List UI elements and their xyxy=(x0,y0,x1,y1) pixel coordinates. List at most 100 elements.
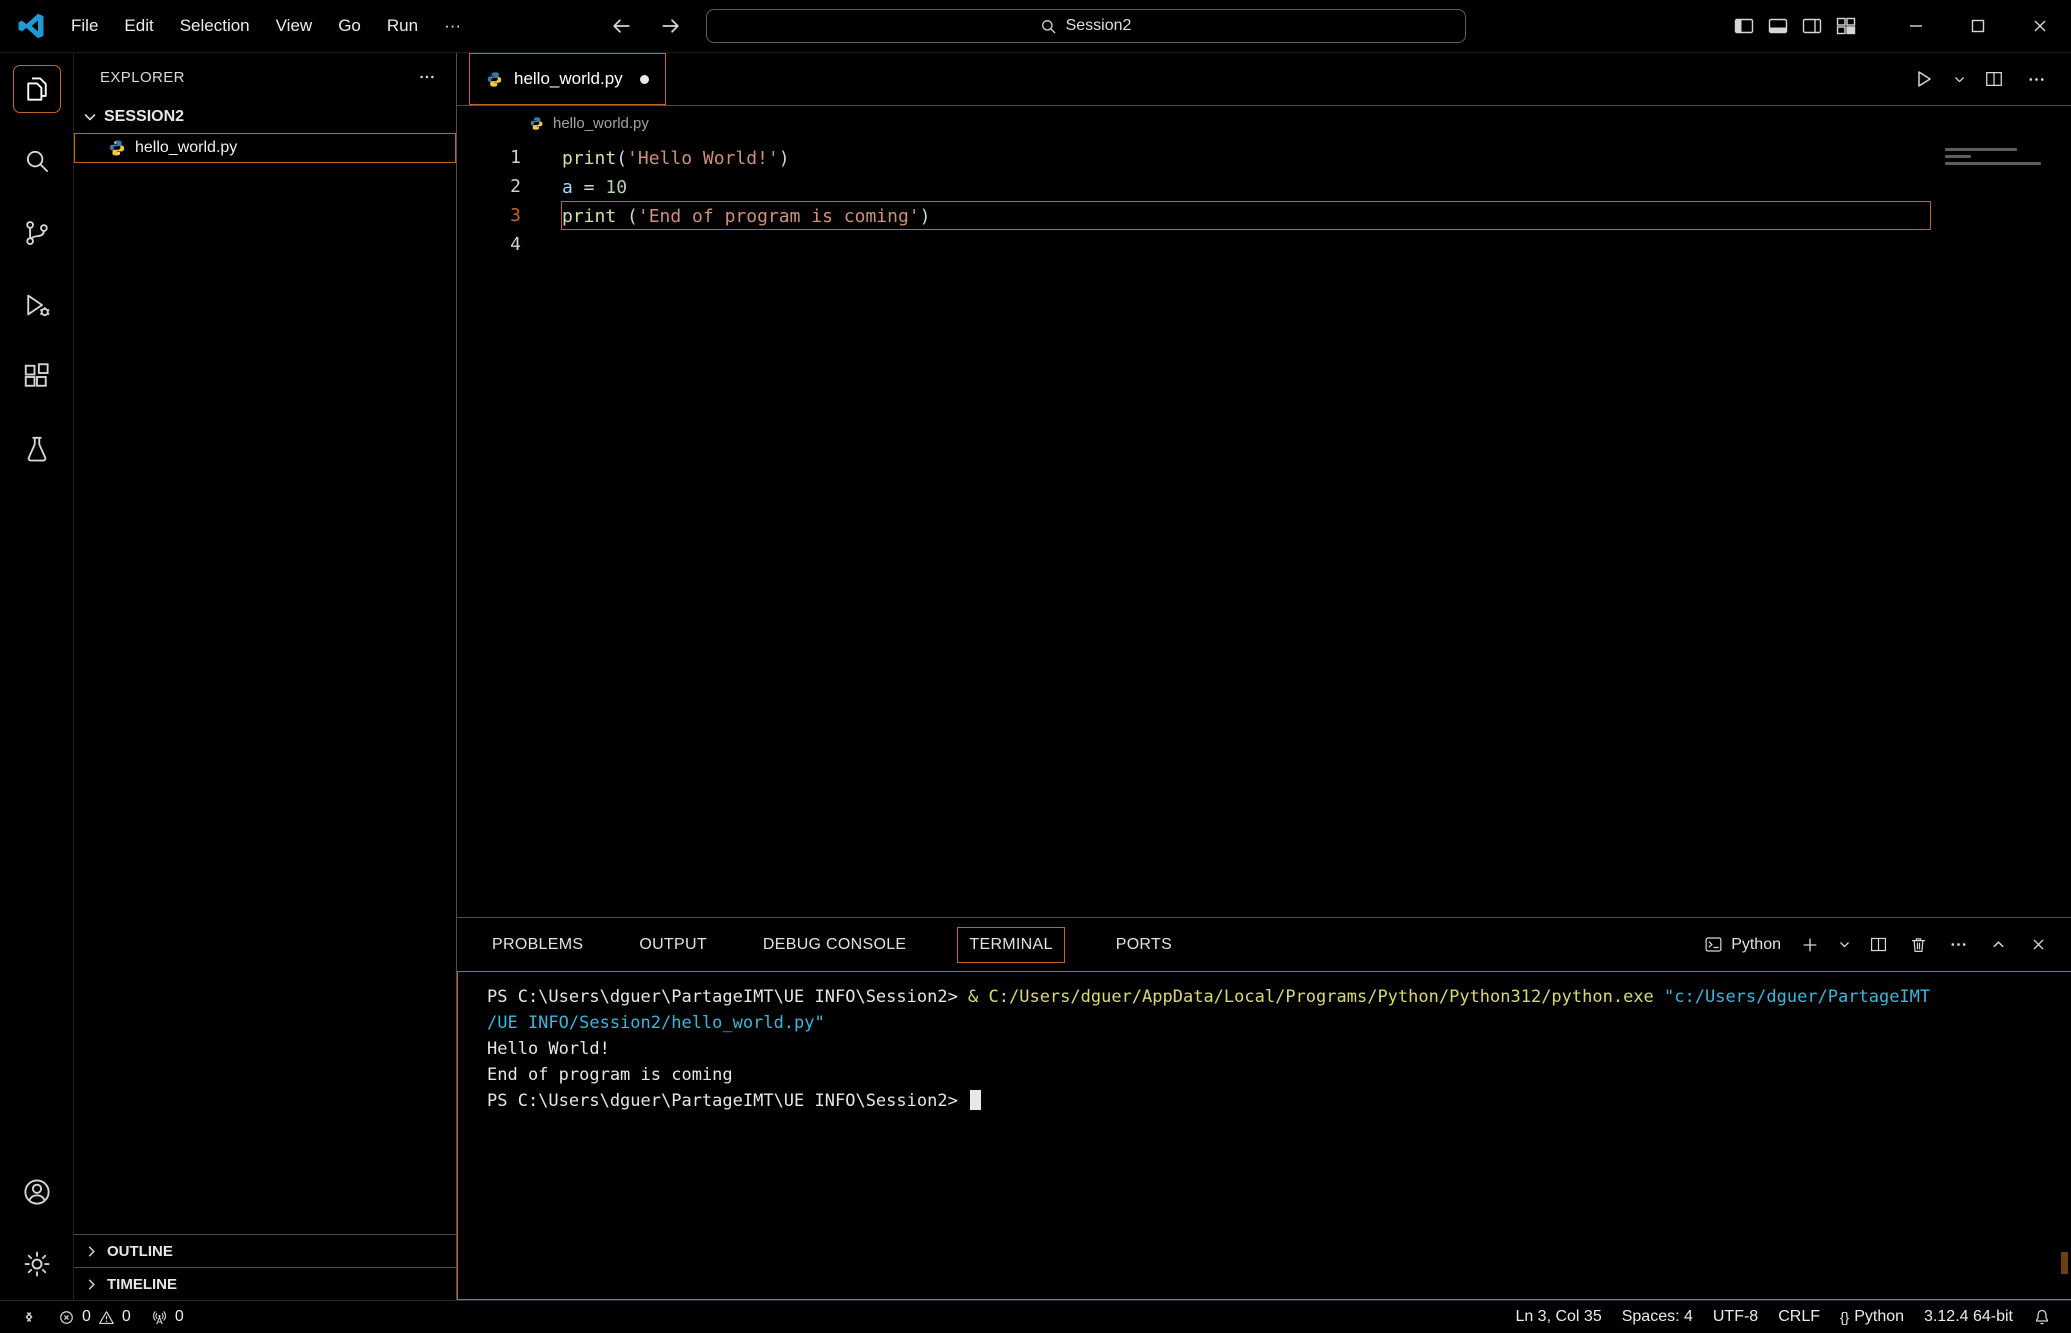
breadcrumb[interactable]: hello_world.py xyxy=(457,106,2071,140)
code-line-content[interactable]: a = 10 xyxy=(561,172,1931,201)
activity-extensions[interactable] xyxy=(0,341,73,413)
run-python-file-icon[interactable] xyxy=(1907,62,1941,96)
code-line[interactable]: 1print('Hello World!') xyxy=(457,143,2071,172)
source-control-icon xyxy=(22,218,52,248)
section-outline[interactable]: OUTLINE xyxy=(74,1234,456,1267)
code-token: 10 xyxy=(605,177,627,198)
editor-more-actions-icon[interactable] xyxy=(2019,62,2053,96)
warning-count: 0 xyxy=(122,1308,131,1326)
activity-account[interactable] xyxy=(0,1156,73,1228)
activity-testing[interactable] xyxy=(0,413,73,485)
notifications[interactable] xyxy=(2023,1301,2061,1333)
menu-run[interactable]: Run xyxy=(374,0,431,52)
code-line-content[interactable]: print ('End of program is coming') xyxy=(561,201,1931,230)
activity-settings[interactable] xyxy=(0,1228,73,1300)
tab-hello-world[interactable]: hello_world.py xyxy=(469,53,666,105)
python-interpreter[interactable]: 3.12.4 64-bit xyxy=(1914,1301,2023,1333)
run-dropdown-chevron-icon[interactable] xyxy=(1949,62,1969,96)
ports-status[interactable]: 0 xyxy=(141,1301,194,1333)
menu-selection[interactable]: Selection xyxy=(167,0,263,52)
section-timeline[interactable]: TIMELINE xyxy=(74,1267,456,1300)
tab-ports[interactable]: PORTS xyxy=(1111,927,1177,963)
modified-dot-icon[interactable] xyxy=(640,75,649,84)
kill-terminal-trash-icon[interactable] xyxy=(1901,928,1935,962)
tab-debug-console[interactable]: DEBUG CONSOLE xyxy=(758,927,912,963)
indentation[interactable]: Spaces: 4 xyxy=(1612,1301,1703,1333)
tab-problems[interactable]: PROBLEMS xyxy=(487,927,588,963)
status-bar-right: Ln 3, Col 35 Spaces: 4 UTF-8 CRLF { } Py… xyxy=(1505,1301,2061,1333)
layout-controls xyxy=(1733,15,1857,37)
code-token: print xyxy=(562,148,616,169)
testing-beaker-icon xyxy=(22,434,52,464)
eol-sequence[interactable]: CRLF xyxy=(1768,1301,1830,1333)
remote-indicator[interactable] xyxy=(10,1301,48,1333)
tab-terminal[interactable]: TERMINAL xyxy=(957,927,1064,963)
menu-more[interactable]: ··· xyxy=(431,0,474,52)
code-lines: 1print('Hello World!')2a = 103print ('En… xyxy=(457,143,2071,259)
code-line-content[interactable] xyxy=(561,230,1931,259)
activity-source-control[interactable] xyxy=(0,197,73,269)
python-file-icon xyxy=(486,71,503,88)
line-number: 2 xyxy=(457,172,561,201)
search-box-label: Session2 xyxy=(1066,17,1132,35)
menu-edit[interactable]: Edit xyxy=(111,0,166,52)
folder-session2[interactable]: SESSION2 xyxy=(74,101,456,133)
code-line[interactable]: 2a = 10 xyxy=(457,172,2071,201)
files-icon xyxy=(22,74,52,104)
maximize-panel-chevron-icon[interactable] xyxy=(1981,928,2015,962)
panel-more-actions-icon[interactable] xyxy=(1941,928,1975,962)
chevron-down-icon xyxy=(82,109,98,125)
toggle-panel-icon[interactable] xyxy=(1767,15,1789,37)
explorer-more-actions-icon[interactable] xyxy=(418,68,436,86)
terminal-line: /UE INFO/Session2/hello_world.py" xyxy=(487,1010,2071,1036)
toggle-sidebar-icon[interactable] xyxy=(1733,15,1755,37)
new-terminal-icon[interactable] xyxy=(1793,928,1827,962)
encoding[interactable]: UTF-8 xyxy=(1703,1301,1768,1333)
terminal-scrollbar[interactable] xyxy=(2061,1252,2068,1274)
run-debug-icon xyxy=(22,290,52,320)
menu-view[interactable]: View xyxy=(263,0,326,52)
error-icon xyxy=(58,1309,75,1326)
activity-bar xyxy=(0,53,74,1300)
forward-arrow-icon[interactable] xyxy=(656,11,686,41)
menu-file[interactable]: File xyxy=(58,0,111,52)
problems-status[interactable]: 0 0 xyxy=(48,1301,141,1333)
split-terminal-icon[interactable] xyxy=(1861,928,1895,962)
editor-group: hello_world.py xyxy=(457,53,2071,1300)
language-label: Python xyxy=(1854,1308,1904,1326)
title-bar-right xyxy=(1733,0,2071,52)
cursor-position[interactable]: Ln 3, Col 35 xyxy=(1505,1301,1611,1333)
breadcrumb-file[interactable]: hello_world.py xyxy=(553,115,649,132)
split-editor-icon[interactable] xyxy=(1977,62,2011,96)
maximize-button[interactable] xyxy=(1947,0,2009,52)
code-line[interactable]: 4 xyxy=(457,230,2071,259)
command-center-search[interactable]: Session2 xyxy=(706,9,1466,43)
customize-layout-icon[interactable] xyxy=(1835,15,1857,37)
terminal-view[interactable]: PS C:\Users\dguer\PartageIMT\UE INFO\Ses… xyxy=(457,971,2071,1300)
code-editor[interactable]: 1print('Hello World!')2a = 103print ('En… xyxy=(457,140,2071,917)
language-mode[interactable]: { } Python xyxy=(1830,1301,1914,1333)
section-outline-label: OUTLINE xyxy=(107,1243,173,1260)
minimize-button[interactable] xyxy=(1885,0,1947,52)
toggle-secondary-sidebar-icon[interactable] xyxy=(1801,15,1823,37)
terminal-line: End of program is coming xyxy=(487,1062,2071,1088)
account-icon xyxy=(22,1177,52,1207)
menu-go[interactable]: Go xyxy=(325,0,374,52)
tab-output[interactable]: OUTPUT xyxy=(634,927,712,963)
shell-label: Python xyxy=(1731,936,1781,954)
file-item-hello-world[interactable]: hello_world.py xyxy=(74,133,456,163)
activity-explorer[interactable] xyxy=(0,53,73,125)
code-token: 'Hello World!' xyxy=(627,148,779,169)
back-arrow-icon[interactable] xyxy=(606,11,636,41)
close-window-button[interactable] xyxy=(2009,0,2071,52)
terminal-text: & C:/Users/dguer/AppData/Local/Programs/… xyxy=(968,987,1664,1007)
minimap[interactable] xyxy=(1945,148,2055,165)
line-number: 3 xyxy=(457,201,561,230)
activity-run-debug[interactable] xyxy=(0,269,73,341)
close-panel-icon[interactable] xyxy=(2021,928,2055,962)
activity-search[interactable] xyxy=(0,125,73,197)
terminal-dropdown-chevron-icon[interactable] xyxy=(1833,928,1855,962)
code-line-content[interactable]: print('Hello World!') xyxy=(561,143,1931,172)
code-line[interactable]: 3print ('End of program is coming') xyxy=(457,201,2071,230)
shell-picker[interactable]: Python xyxy=(1704,935,1781,954)
